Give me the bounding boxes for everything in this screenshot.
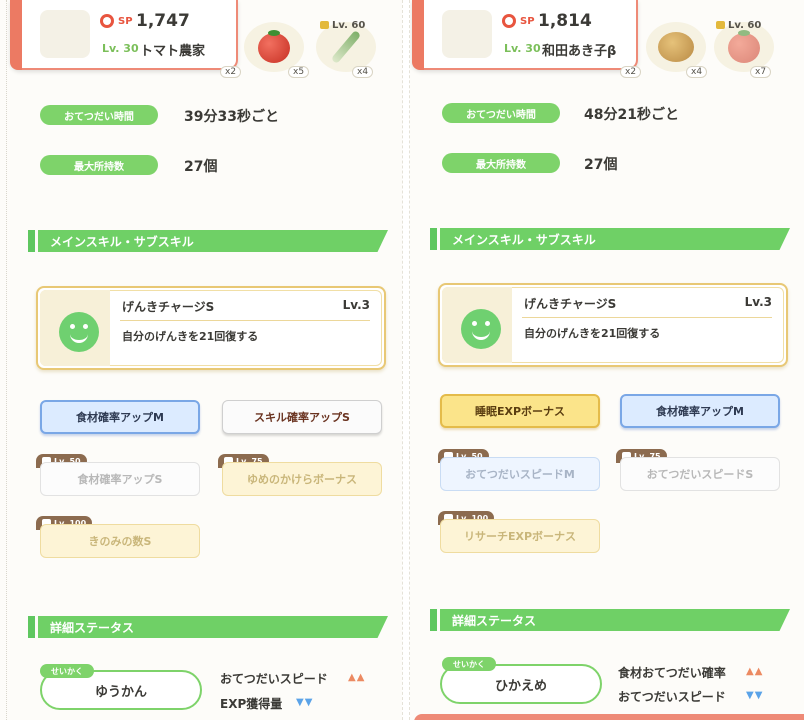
locked-sub-skill-button[interactable]: おてつだいスピードS — [620, 457, 780, 491]
pokemon-nickname: トマト農家 — [140, 44, 206, 59]
ingredient-slot[interactable] — [646, 22, 706, 72]
up-arrows-icon: ▲▲ — [746, 666, 764, 677]
section-title: 詳細ステータス — [50, 621, 135, 635]
pokemon-avatar — [442, 10, 492, 58]
max-carry-label: 最大所持数 — [40, 155, 158, 175]
ingredient-count-badge: x5 — [288, 66, 310, 78]
pokemon-nickname: 和田あき子β — [542, 44, 617, 59]
down-arrows-icon: ▼▼ — [296, 697, 314, 708]
max-carry-value: 27個 — [584, 157, 618, 173]
ingredient-unlock-level: Lv. 60 — [716, 20, 761, 31]
nature-tag: せいかく — [442, 657, 496, 671]
energy-smiley-icon — [461, 309, 501, 349]
help-time-label: おてつだい時間 — [442, 103, 560, 123]
pokemon-panel-right: SP 1,814 Lv. 30 和田あき子β x2 x4 Lv. 60 x7 お… — [410, 0, 804, 720]
tomato-icon — [258, 30, 290, 63]
section-title: メインスキル・サブスキル — [452, 233, 596, 247]
locked-sub-skill-button[interactable]: ゆめのかけらボーナス — [222, 462, 382, 496]
leek-icon — [330, 29, 362, 65]
sp-label: SP — [520, 16, 535, 27]
divider — [120, 320, 370, 321]
next-card-edge — [414, 714, 804, 720]
main-skill-level: Lv.3 — [342, 298, 370, 312]
sp-icon — [100, 14, 114, 28]
pokemon-avatar — [40, 10, 90, 58]
down-arrows-icon: ▼▼ — [746, 690, 764, 701]
sp-label: SP — [118, 16, 133, 27]
nature-tag: せいかく — [40, 664, 94, 678]
ingredient-count-badge: x2 — [220, 66, 242, 78]
ingredient-count-badge: x7 — [750, 66, 772, 78]
section-header-status: 詳細ステータス — [28, 616, 388, 638]
sub-skill-button[interactable]: 食材確率アップM — [620, 394, 780, 428]
section-title: メインスキル・サブスキル — [50, 235, 194, 249]
header-accent-bar — [10, 0, 22, 70]
ingredient-count-badge: x4 — [352, 66, 374, 78]
pokemon-header-card[interactable]: SP 1,747 Lv. 30 トマト農家 — [10, 0, 238, 70]
sub-skill-button[interactable]: 食材確率アップM — [40, 400, 200, 434]
column-edge — [6, 0, 8, 720]
sp-value: 1,747 — [136, 11, 190, 31]
section-header-status: 詳細ステータス — [430, 609, 792, 631]
column-divider — [402, 0, 410, 720]
main-skill-description: 自分のげんきを21回復する — [524, 327, 661, 340]
sub-skill-button[interactable]: スキル確率アップS — [222, 400, 382, 434]
main-skill-name: げんきチャージS — [122, 300, 215, 314]
help-time-value: 39分33秒ごと — [184, 109, 279, 125]
sp-icon — [502, 14, 516, 28]
main-skill-description: 自分のげんきを21回復する — [122, 330, 259, 343]
sp-value: 1,814 — [538, 11, 592, 31]
tomato-icon — [728, 30, 760, 63]
locked-sub-skill-button[interactable]: リサーチEXPボーナス — [440, 519, 600, 553]
help-time-value: 48分21秒ごと — [584, 107, 679, 123]
section-header-skills: メインスキル・サブスキル — [28, 230, 388, 252]
main-skill-level: Lv.3 — [744, 295, 772, 309]
main-skill-card[interactable]: げんきチャージS Lv.3 自分のげんきを21回復する — [36, 286, 386, 370]
up-arrows-icon: ▲▲ — [348, 672, 366, 683]
lock-icon — [716, 21, 725, 29]
lock-icon — [320, 21, 329, 29]
nature-effect-down: おてつだいスピード — [618, 690, 726, 704]
section-header-skills: メインスキル・サブスキル — [430, 228, 792, 250]
ingredient-slot[interactable] — [244, 22, 304, 72]
max-carry-value: 27個 — [184, 159, 218, 175]
main-skill-card[interactable]: げんきチャージS Lv.3 自分のげんきを21回復する — [438, 283, 788, 367]
locked-sub-skill-button[interactable]: 食材確率アップS — [40, 462, 200, 496]
sub-skill-button[interactable]: 睡眠EXPボーナス — [440, 394, 600, 428]
ingredient-count-badge: x4 — [686, 66, 708, 78]
nature-effect-up: おてつだいスピード — [220, 672, 328, 686]
help-time-label: おてつだい時間 — [40, 105, 158, 125]
header-accent-bar — [412, 0, 424, 70]
section-title: 詳細ステータス — [452, 614, 537, 628]
nature-effect-up: 食材おてつだい確率 — [618, 666, 726, 680]
pokemon-header-card[interactable]: SP 1,814 Lv. 30 和田あき子β — [412, 0, 638, 70]
ingredient-count-badge: x2 — [620, 66, 642, 78]
divider — [522, 317, 772, 318]
locked-sub-skill-button[interactable]: きのみの数S — [40, 524, 200, 558]
pokemon-level: Lv. 30 — [102, 42, 139, 55]
locked-sub-skill-button[interactable]: おてつだいスピードM — [440, 457, 600, 491]
energy-smiley-icon — [59, 312, 99, 352]
max-carry-label: 最大所持数 — [442, 153, 560, 173]
pokemon-panel-left: SP 1,747 Lv. 30 トマト農家 x2 x5 Lv. 60 x4 おて… — [0, 0, 402, 720]
nature-effect-down: EXP獲得量 — [220, 697, 283, 711]
pokemon-level: Lv. 30 — [504, 42, 541, 55]
potato-icon — [658, 32, 694, 62]
ingredient-unlock-level: Lv. 60 — [320, 20, 365, 31]
main-skill-name: げんきチャージS — [524, 297, 617, 311]
